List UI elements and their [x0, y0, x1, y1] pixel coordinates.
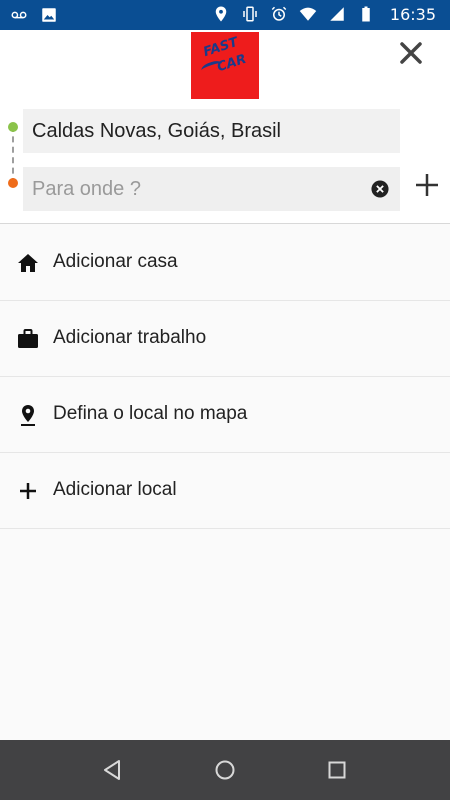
map-pin-icon — [21, 405, 35, 426]
back-icon[interactable] — [100, 758, 124, 782]
list-item-set-on-map[interactable]: Defina o local no mapa — [0, 377, 450, 453]
wifi-icon — [299, 7, 317, 21]
plus-icon — [20, 483, 36, 499]
system-nav-bar — [0, 740, 450, 800]
close-icon[interactable] — [396, 38, 426, 68]
saved-places-list: Adicionar casa Adicionar trabalho Defina… — [0, 225, 450, 529]
destination-field-container — [23, 167, 400, 211]
location-icon — [215, 6, 227, 22]
list-item-add-work[interactable]: Adicionar trabalho — [0, 301, 450, 377]
alarm-icon — [271, 6, 287, 21]
list-item-add-home[interactable]: Adicionar casa — [0, 225, 450, 301]
clear-icon[interactable] — [371, 180, 389, 198]
signal-icon — [330, 7, 344, 21]
app-logo: FAST CAR — [191, 32, 259, 99]
list-item-add-place[interactable]: Adicionar local — [0, 453, 450, 529]
destination-dot — [8, 178, 18, 188]
origin-dot — [8, 122, 18, 132]
origin-field[interactable]: Caldas Novas, Goiás, Brasil — [23, 109, 400, 153]
recents-icon[interactable] — [325, 758, 349, 782]
home-circle-icon[interactable] — [213, 758, 237, 782]
vibrate-icon — [243, 6, 257, 22]
add-stop-icon[interactable] — [413, 171, 441, 199]
battery-icon — [362, 6, 370, 22]
destination-input[interactable] — [23, 177, 343, 201]
list-item-label: Adicionar trabalho — [53, 327, 207, 348]
briefcase-icon — [18, 329, 38, 348]
list-item-label: Adicionar casa — [53, 251, 178, 272]
status-bar: 16:35 — [0, 0, 450, 30]
trip-header: FAST CAR Caldas Novas, Goiás, Brasil — [0, 30, 450, 224]
status-time: 16:35 — [389, 4, 436, 24]
list-item-label: Defina o local no mapa — [53, 403, 248, 424]
voicemail-icon — [11, 11, 27, 19]
route-connector — [12, 126, 14, 184]
home-icon — [18, 254, 38, 272]
image-icon — [42, 8, 56, 22]
list-item-label: Adicionar local — [53, 479, 177, 500]
